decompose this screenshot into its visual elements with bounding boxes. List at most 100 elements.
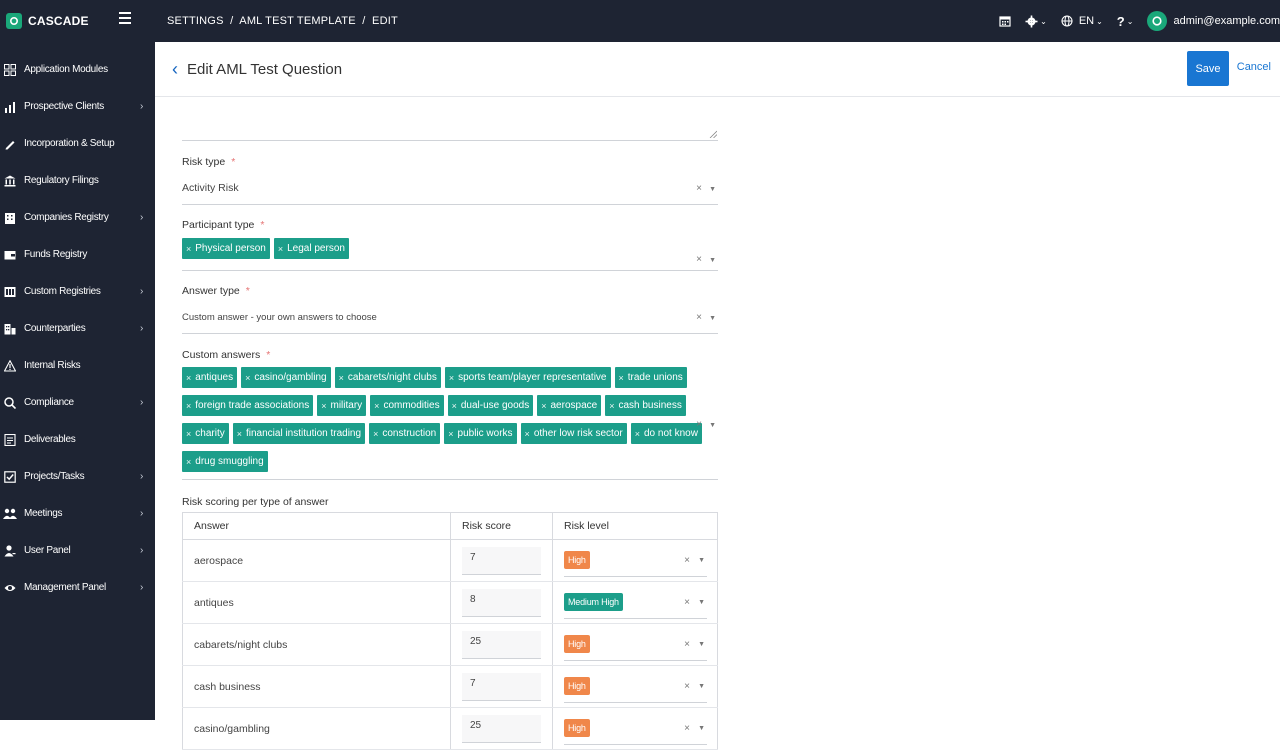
remove-tag-icon[interactable]: × — [609, 401, 614, 411]
dropdown-icon[interactable]: ▼ — [698, 683, 705, 690]
remove-tag-icon[interactable]: × — [186, 401, 191, 411]
sidebar-item-deliverables[interactable]: Deliverables — [0, 421, 155, 458]
sidebar-item-incorporation-setup[interactable]: Incorporation & Setup — [0, 125, 155, 162]
chevron-right-icon[interactable]: › — [140, 545, 143, 556]
chevron-right-icon[interactable]: › — [140, 323, 143, 334]
remove-tag-icon[interactable]: × — [448, 429, 453, 439]
risk-score-input[interactable]: 25 — [462, 714, 541, 743]
calendar-icon[interactable] — [999, 15, 1011, 27]
remove-tag-icon[interactable]: × — [278, 244, 283, 254]
remove-tag-icon[interactable]: × — [449, 373, 454, 383]
sidebar-item-projects-tasks[interactable]: Projects/Tasks › — [0, 458, 155, 495]
chevron-right-icon[interactable]: › — [140, 582, 143, 593]
remove-tag-icon[interactable]: × — [635, 429, 640, 439]
dropdown-icon[interactable]: ▼ — [698, 557, 705, 564]
chevron-right-icon[interactable]: › — [140, 471, 143, 482]
dropdown-icon[interactable]: ▼ — [709, 422, 716, 429]
dropdown-icon[interactable]: ▼ — [698, 641, 705, 648]
sidebar-item-compliance[interactable]: Compliance › — [0, 384, 155, 421]
brand: CASCADE — [0, 0, 155, 42]
clear-icon[interactable]: × — [684, 555, 690, 566]
clear-icon[interactable]: × — [684, 681, 690, 692]
answer-cell: aerospace — [182, 539, 451, 582]
tag-label: financial institution trading — [245, 428, 362, 439]
chevron-right-icon[interactable]: › — [140, 212, 143, 223]
clear-icon[interactable]: × — [696, 419, 702, 430]
sidebar-item-prospective-clients[interactable]: Prospective Clients › — [0, 88, 155, 125]
chevron-right-icon[interactable]: › — [140, 286, 143, 297]
risk-type-value: Activity Risk — [182, 182, 239, 194]
user-email[interactable]: admin@example.com — [1173, 15, 1280, 27]
participant-type-select[interactable]: × Physical person × Legal person × ▼ — [182, 238, 718, 271]
chevron-right-icon[interactable]: › — [140, 508, 143, 519]
remove-tag-icon[interactable]: × — [374, 401, 379, 411]
remove-tag-icon[interactable]: × — [321, 401, 326, 411]
sidebar-item-funds-registry[interactable]: Funds Registry — [0, 236, 155, 273]
chevron-right-icon[interactable]: › — [140, 397, 143, 408]
sidebar-item-counterparties[interactable]: Counterparties › — [0, 310, 155, 347]
remove-tag-icon[interactable]: × — [541, 401, 546, 411]
risk-score-input[interactable]: 7 — [462, 546, 541, 575]
risk-score-input[interactable]: 7 — [462, 672, 541, 701]
risk-type-select[interactable]: Activity Risk × ▼ — [182, 175, 718, 205]
dropdown-icon[interactable]: ▼ — [709, 257, 716, 264]
cancel-button[interactable]: Cancel — [1237, 61, 1271, 73]
clear-icon[interactable]: × — [684, 639, 690, 650]
top-bar: CASCADE SETTINGS / AML TEST TEMPLATE / E… — [0, 0, 1280, 42]
menu-toggle-icon[interactable] — [119, 12, 131, 26]
remove-tag-icon[interactable]: × — [186, 244, 191, 254]
risk-level-select[interactable]: Medium High × ▼ — [564, 587, 707, 619]
risk-score-input[interactable]: 25 — [462, 630, 541, 659]
risk-level-select[interactable]: High × ▼ — [564, 671, 707, 703]
sidebar-item-management-panel[interactable]: Management Panel › — [0, 569, 155, 606]
sidebar-item-application-modules[interactable]: Application Modules — [0, 51, 155, 88]
settings-menu[interactable]: ⌄ — [1025, 15, 1047, 28]
clear-icon[interactable]: × — [684, 723, 690, 734]
remove-tag-icon[interactable]: × — [186, 457, 191, 467]
remove-tag-icon[interactable]: × — [452, 401, 457, 411]
remove-tag-icon[interactable]: × — [245, 373, 250, 383]
dropdown-icon[interactable]: ▼ — [709, 186, 716, 193]
back-chevron-icon[interactable]: ‹ — [172, 59, 178, 80]
custom-answer-tag: × commodities — [370, 395, 444, 416]
tag-row: × antiques × casino/gambling × cabarets/night… — [182, 367, 702, 395]
remove-tag-icon[interactable]: × — [339, 373, 344, 383]
clear-icon[interactable]: × — [696, 254, 702, 265]
language-menu[interactable]: EN ⌄ — [1061, 15, 1103, 27]
dropdown-icon[interactable]: ▼ — [709, 315, 716, 322]
resize-handle-icon[interactable] — [709, 130, 717, 138]
sidebar-item-companies-registry[interactable]: Companies Registry › — [0, 199, 155, 236]
sidebar-item-meetings[interactable]: Meetings › — [0, 495, 155, 532]
remove-tag-icon[interactable]: × — [186, 373, 191, 383]
tag-label: casino/gambling — [254, 372, 327, 383]
chevron-right-icon[interactable]: › — [140, 101, 143, 112]
sidebar-item-internal-risks[interactable]: Internal Risks — [0, 347, 155, 384]
remove-tag-icon[interactable]: × — [619, 373, 624, 383]
sidebar-item-custom-registries[interactable]: Custom Registries › — [0, 273, 155, 310]
risk-level-select[interactable]: High × ▼ — [564, 713, 707, 745]
pen-icon — [3, 137, 17, 151]
help-menu[interactable]: ? ⌄ — [1117, 14, 1134, 29]
remove-tag-icon[interactable]: × — [373, 429, 378, 439]
save-button[interactable]: Save — [1187, 51, 1229, 86]
avatar[interactable] — [1147, 11, 1168, 31]
risk-level-select[interactable]: High × ▼ — [564, 629, 707, 661]
tag-label: drug smuggling — [195, 456, 264, 467]
sidebar-item-regulatory-filings[interactable]: Regulatory Filings — [0, 162, 155, 199]
custom-answers-select[interactable]: × antiques × casino/gambling × cabarets/night… — [182, 367, 718, 480]
question-textarea[interactable] — [182, 98, 718, 141]
remove-tag-icon[interactable]: × — [186, 429, 191, 439]
risk-score-input[interactable]: 8 — [462, 588, 541, 617]
answer-type-select[interactable]: Custom answer - your own answers to choo… — [182, 304, 718, 334]
tag-row: × charity × financial institution trading × c… — [182, 423, 702, 451]
clear-icon[interactable]: × — [696, 183, 702, 194]
remove-tag-icon[interactable]: × — [525, 429, 530, 439]
clear-icon[interactable]: × — [684, 597, 690, 608]
sidebar-item-user-panel[interactable]: User Panel › — [0, 532, 155, 569]
risk-level-select[interactable]: High × ▼ — [564, 545, 707, 577]
clear-icon[interactable]: × — [696, 312, 702, 323]
risk-level-cell: Medium High × ▼ — [552, 581, 718, 624]
dropdown-icon[interactable]: ▼ — [698, 725, 705, 732]
remove-tag-icon[interactable]: × — [237, 429, 242, 439]
dropdown-icon[interactable]: ▼ — [698, 599, 705, 606]
